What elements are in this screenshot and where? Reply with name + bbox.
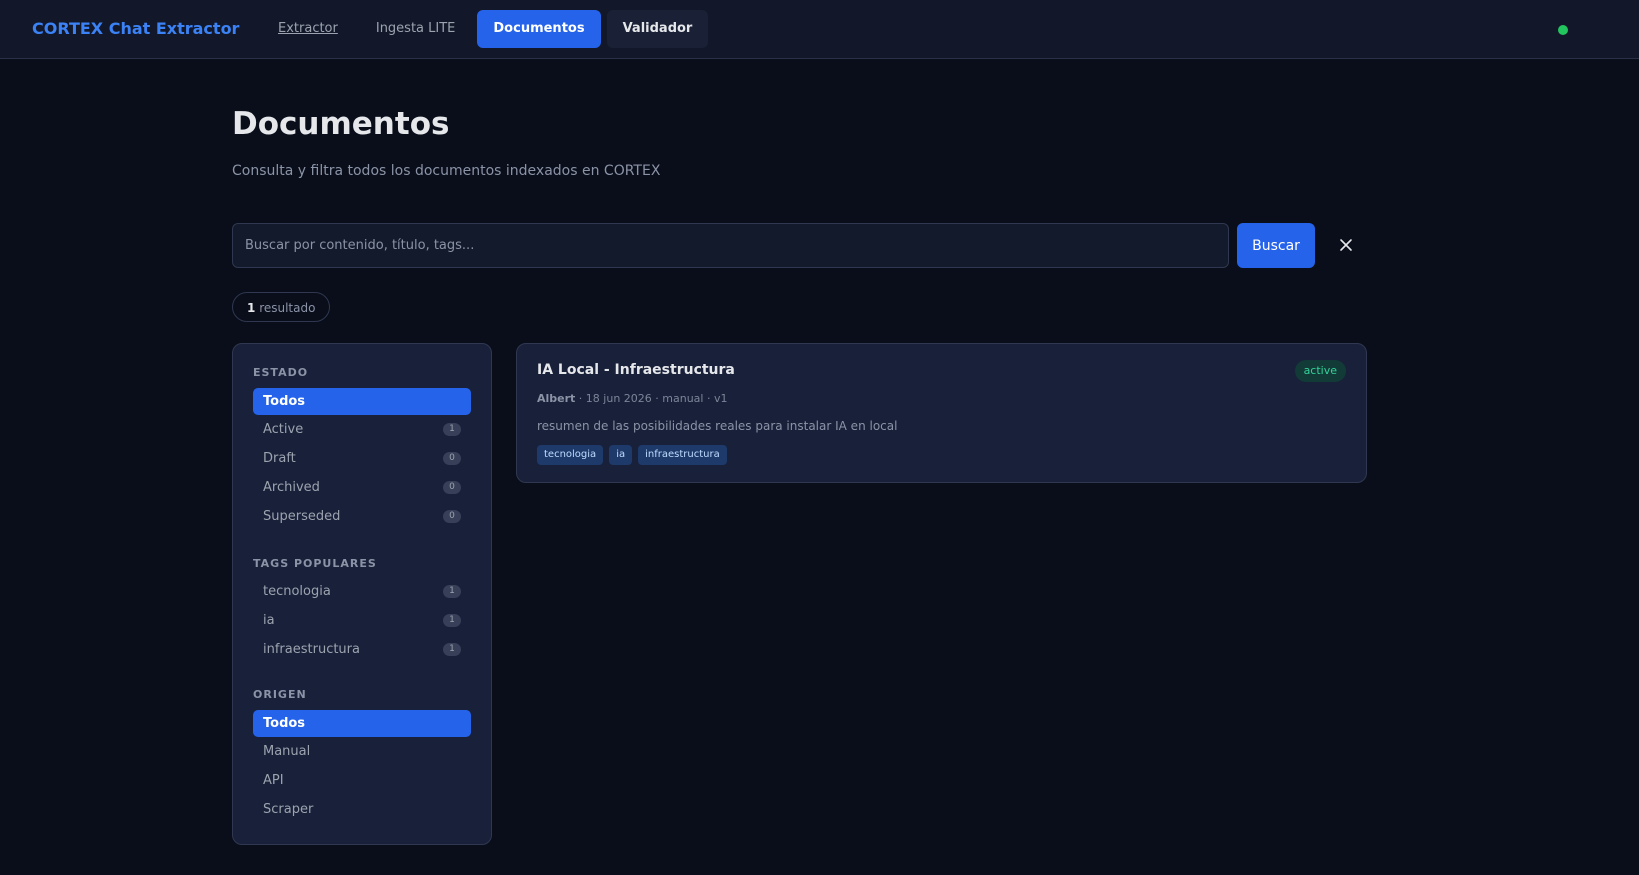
filter-tag-infraestructura[interactable]: infraestructura 1 — [253, 636, 471, 663]
filter-label: Archived — [263, 480, 320, 495]
document-meta-details: · 18 jun 2026 · manual · v1 — [575, 392, 728, 405]
filter-label: ia — [263, 613, 275, 628]
tag-chip[interactable]: tecnologia — [537, 445, 604, 465]
nav-tab-ingesta-lite[interactable]: Ingesta LITE — [360, 10, 472, 48]
app-brand[interactable]: CORTEX Chat Extractor — [32, 19, 239, 38]
page-subtitle: Consulta y filtra todos los documentos i… — [232, 163, 661, 179]
filter-label: infraestructura — [263, 642, 360, 657]
filter-estado-active[interactable]: Active 1 — [253, 416, 471, 443]
count-badge: 0 — [443, 481, 461, 494]
filter-label: Superseded — [263, 509, 341, 524]
document-title[interactable]: IA Local - Infraestructura — [537, 362, 735, 378]
filters-sidebar: ESTADO Todos Active 1 Draft 0 Archived 0… — [232, 343, 492, 845]
count-badge: 1 — [443, 423, 461, 436]
results-count: 1 — [247, 301, 256, 315]
count-badge: 0 — [443, 452, 461, 465]
connection-status-indicator — [1558, 25, 1568, 35]
filter-label: Manual — [263, 744, 311, 759]
filter-label: Scraper — [263, 802, 314, 817]
tag-chip[interactable]: ia — [609, 445, 633, 465]
document-author: Albert — [537, 392, 576, 405]
filter-label: API — [263, 773, 284, 788]
top-navigation-bar: CORTEX Chat Extractor Extractor Ingesta … — [0, 0, 1639, 59]
filter-label: Active — [263, 422, 304, 437]
filter-label: Draft — [263, 451, 296, 466]
tag-chip[interactable]: infraestructura — [638, 445, 727, 465]
filter-heading-origen: ORIGEN — [253, 688, 307, 701]
filter-estado-superseded[interactable]: Superseded 0 — [253, 503, 471, 530]
nav-tab-documentos[interactable]: Documentos — [477, 10, 601, 48]
status-badge: active — [1294, 360, 1346, 382]
count-badge: 1 — [443, 643, 461, 656]
document-meta: Albert · 18 jun 2026 · manual · v1 — [537, 392, 727, 405]
count-badge: 1 — [443, 585, 461, 598]
filter-tag-ia[interactable]: ia 1 — [253, 607, 471, 634]
page-title: Documentos — [232, 106, 450, 142]
count-badge: 0 — [443, 510, 461, 523]
filter-estado-todos[interactable]: Todos — [253, 388, 471, 415]
filter-label: Todos — [263, 394, 306, 409]
filter-heading-tags: TAGS POPULARES — [253, 557, 377, 570]
filter-label: tecnologia — [263, 584, 331, 599]
document-summary: resumen de las posibilidades reales para… — [537, 419, 898, 433]
document-tags: tecnologia ia infraestructura — [537, 445, 727, 465]
nav-tab-extractor[interactable]: Extractor — [262, 10, 354, 48]
main-nav: Extractor Ingesta LITE Documentos Valida… — [262, 10, 709, 48]
search-input[interactable] — [232, 223, 1229, 268]
filter-origen-api[interactable]: API — [253, 767, 471, 794]
nav-tab-validador[interactable]: Validador — [606, 10, 709, 48]
filter-estado-archived[interactable]: Archived 0 — [253, 474, 471, 501]
filter-origen-scraper[interactable]: Scraper — [253, 796, 471, 823]
count-badge: 1 — [443, 614, 461, 627]
close-icon[interactable] — [1335, 234, 1357, 256]
results-label: resultado — [259, 301, 316, 315]
document-card[interactable]: IA Local - Infraestructura active Albert… — [516, 343, 1367, 483]
results-count-badge: 1 resultado — [232, 292, 331, 322]
filter-label: Todos — [263, 716, 306, 731]
search-button[interactable]: Buscar — [1237, 223, 1315, 268]
filter-origen-manual[interactable]: Manual — [253, 738, 471, 765]
filter-estado-draft[interactable]: Draft 0 — [253, 445, 471, 472]
filter-origen-todos[interactable]: Todos — [253, 710, 471, 737]
filter-heading-estado: ESTADO — [253, 366, 309, 379]
filter-tag-tecnologia[interactable]: tecnologia 1 — [253, 578, 471, 605]
